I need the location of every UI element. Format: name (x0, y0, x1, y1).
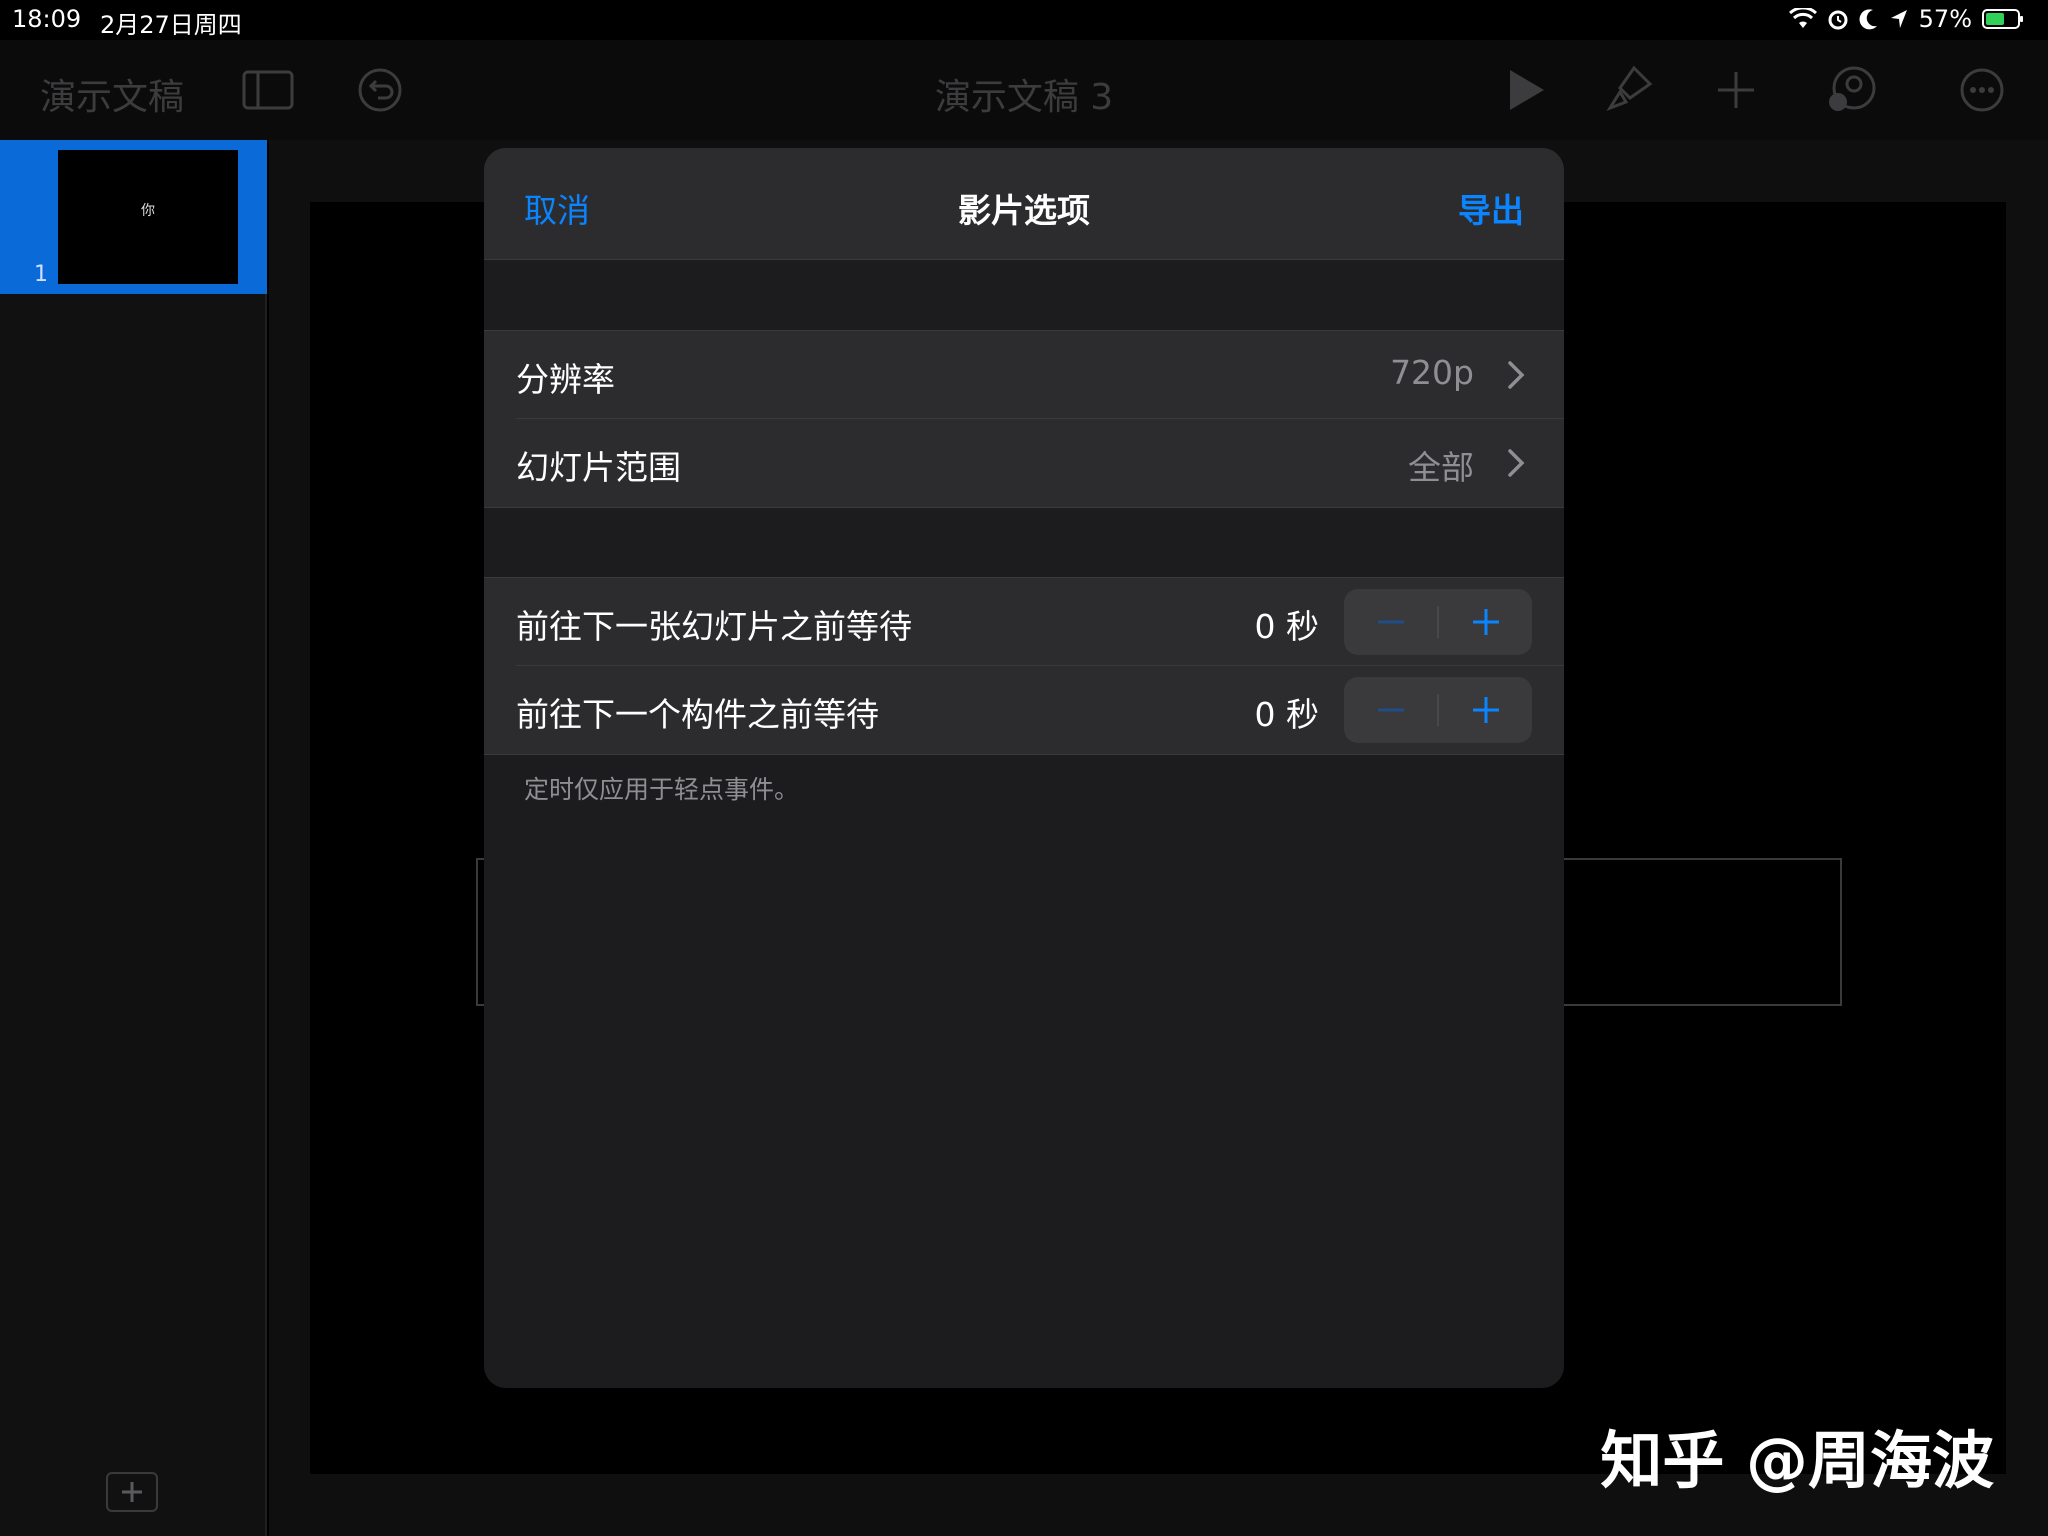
add-slide-button[interactable] (106, 1472, 158, 1512)
status-bar: 18:09 2月27日周四 57% (0, 0, 2048, 40)
timing-footnote: 定时仅应用于轻点事件。 (524, 775, 800, 804)
add-icon[interactable] (1708, 62, 1764, 118)
slide-thumbnail[interactable]: 你 (58, 150, 238, 284)
plus-icon (1472, 697, 1499, 723)
wait-next-build-row: 前往下一个构件之前等待 0 秒 (484, 666, 1564, 754)
wait-next-build-label: 前往下一个构件之前等待 (516, 695, 879, 734)
status-indicators: 57% (1788, 5, 2024, 33)
decrement-button[interactable] (1344, 677, 1437, 743)
wait-next-build-value: 0 秒 (1254, 695, 1320, 734)
wait-next-build-stepper (1344, 677, 1532, 743)
moon-icon (1859, 9, 1877, 30)
movie-options-dialog: 取消 影片选项 导出 分辨率 720p 幻灯片范围 全部 前往下一张幻灯片之前等… (484, 148, 1564, 1388)
chevron-right-icon (1508, 449, 1525, 477)
minus-icon (1377, 708, 1404, 712)
wait-next-slide-row: 前往下一张幻灯片之前等待 0 秒 (484, 578, 1564, 666)
chevron-right-icon (1508, 361, 1525, 389)
wait-next-slide-label: 前往下一张幻灯片之前等待 (516, 607, 912, 646)
wifi-icon (1788, 8, 1817, 28)
resolution-value: 720p (1390, 353, 1474, 392)
alarm-icon (1828, 10, 1848, 30)
collaborate-icon[interactable] (1824, 62, 1880, 118)
resolution-label: 分辨率 (516, 360, 615, 399)
divider (484, 754, 1564, 755)
status-time: 18:09 (12, 5, 82, 33)
plus-icon (122, 1482, 142, 1502)
dialog-header: 取消 影片选项 导出 (484, 148, 1564, 260)
increment-button[interactable] (1439, 677, 1532, 743)
plus-icon (1472, 609, 1499, 635)
minus-icon (1377, 620, 1404, 624)
slide-navigator: 你 1 (0, 140, 267, 1536)
slide-thumbnail-selected[interactable]: 你 1 (0, 140, 267, 294)
play-icon[interactable] (1496, 62, 1552, 118)
location-icon (1890, 10, 1907, 28)
watermark: 知乎 @周海波 (1600, 1424, 1994, 1497)
resolution-row[interactable]: 分辨率 720p (484, 331, 1564, 419)
status-date: 2月27日周四 (100, 11, 242, 39)
dialog-title: 影片选项 (958, 191, 1090, 230)
battery-percent: 57% (1918, 5, 1972, 33)
battery-icon (1982, 9, 2023, 29)
more-icon[interactable] (1954, 62, 2010, 118)
slide-range-row[interactable]: 幻灯片范围 全部 (484, 419, 1564, 507)
wait-next-slide-value: 0 秒 (1254, 607, 1320, 646)
format-brush-icon[interactable] (1600, 62, 1656, 118)
wait-next-slide-stepper (1344, 589, 1532, 655)
decrement-button[interactable] (1344, 589, 1437, 655)
export-button[interactable]: 导出 (1458, 184, 1524, 232)
increment-button[interactable] (1439, 589, 1532, 655)
slide-number: 1 (34, 262, 48, 287)
slide-range-label: 幻灯片范围 (516, 448, 681, 487)
divider (484, 507, 1564, 508)
slide-range-value: 全部 (1408, 448, 1474, 487)
toolbar: 演示文稿 演示文稿 3 (0, 40, 2048, 140)
slide-thumbnail-text: 你 (141, 203, 155, 219)
